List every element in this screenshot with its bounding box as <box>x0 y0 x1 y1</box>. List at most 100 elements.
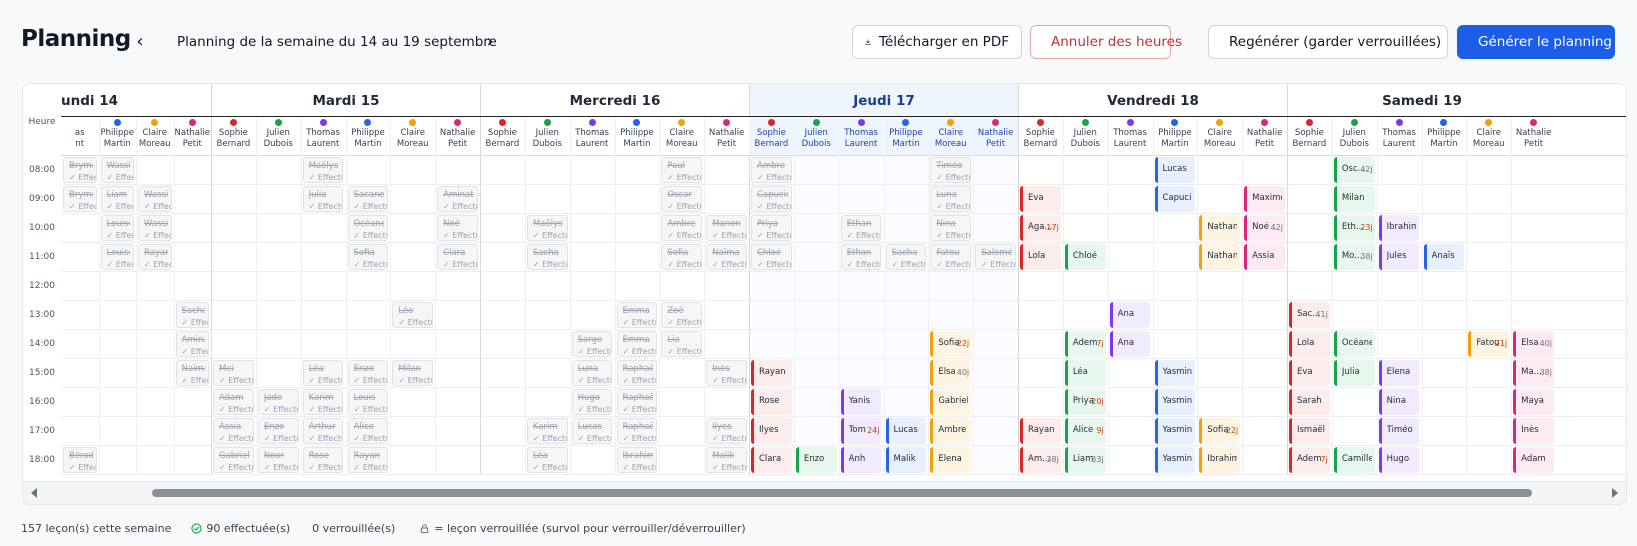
done-lesson[interactable]: Léa ✓ Effectu <box>526 447 568 473</box>
prev-week-button[interactable]: ‹ <box>129 30 151 52</box>
scheduled-lesson[interactable]: Nathan <box>1199 215 1241 241</box>
scheduled-lesson[interactable]: Inès <box>1513 418 1554 444</box>
done-lesson[interactable]: Capucine✓ Effectu <box>751 186 792 212</box>
done-lesson[interactable]: Maëlys ✓ Effectu <box>526 215 568 241</box>
done-lesson[interactable]: Manon ✓ Effectu <box>706 215 747 241</box>
scheduled-lesson[interactable]: Hugo <box>1378 447 1420 473</box>
scheduled-lesson[interactable]: Sac... 41j <box>1289 302 1330 328</box>
done-lesson[interactable]: Adam ✓ Effectu <box>213 389 254 415</box>
done-lesson[interactable]: Louise✓ Effectu <box>100 215 134 241</box>
done-lesson[interactable]: Ethan ✓ Effectu <box>840 244 882 270</box>
done-lesson[interactable]: Ethan ✓ Effectu <box>840 215 882 241</box>
scheduled-lesson[interactable]: Am... 38j <box>1020 447 1061 473</box>
done-lesson[interactable]: Raphaël✓ Effectu <box>616 418 658 444</box>
done-lesson[interactable]: Arthur ✓ Effectu <box>302 418 344 444</box>
done-lesson[interactable]: Bérod✓ Effectu <box>63 447 97 473</box>
scrollbar-thumb[interactable] <box>152 489 1532 497</box>
done-lesson[interactable]: Wassim✓ Effectu <box>138 186 172 212</box>
scheduled-lesson[interactable]: Alice 9j <box>1064 418 1106 444</box>
done-lesson[interactable]: Noé ✓ Effectu <box>437 215 478 241</box>
scheduled-lesson[interactable]: Yasmine <box>1154 360 1196 386</box>
done-lesson[interactable]: Louis ✓ Effectu <box>347 389 389 415</box>
scheduled-lesson[interactable]: Ana <box>1109 302 1151 328</box>
done-lesson[interactable]: Ibrahim ✓ Effectu <box>616 447 658 473</box>
next-week-button[interactable]: › <box>479 30 501 52</box>
done-lesson[interactable]: Karim ✓ Effectu <box>302 389 344 415</box>
scheduled-lesson[interactable]: Milan <box>1333 186 1375 212</box>
done-lesson[interactable]: Gabriel ✓ Effectu <box>213 447 254 473</box>
download-pdf-button[interactable]: Télécharger en PDF <box>852 25 1022 59</box>
scheduled-lesson[interactable]: Gabriel <box>930 389 972 415</box>
scheduled-lesson[interactable]: Anaïs <box>1423 244 1465 270</box>
scheduled-lesson[interactable]: Lucas <box>885 418 927 444</box>
done-lesson[interactable]: Noor ✓ Effectu <box>257 447 299 473</box>
scheduled-lesson[interactable]: Aga... 17j <box>1020 215 1061 241</box>
done-lesson[interactable]: Oscar ✓ Effectu <box>661 186 703 212</box>
scheduled-lesson[interactable]: Sofia 22j <box>930 331 972 357</box>
done-lesson[interactable]: Emma ✓ Effectu <box>616 331 658 357</box>
scheduled-lesson[interactable]: Mo... 38j <box>1333 244 1375 270</box>
done-lesson[interactable]: Salomé ✓ Effectu <box>975 244 1016 270</box>
done-lesson[interactable]: Maëlys ✓ Effectu <box>302 157 344 183</box>
horizontal-scrollbar[interactable] <box>23 481 1626 504</box>
scroll-right-arrow-icon[interactable] <box>1612 488 1618 498</box>
scheduled-lesson[interactable]: Adem 7j <box>1289 447 1330 473</box>
done-lesson[interactable]: Aminata✓ Effectu <box>175 331 209 357</box>
scheduled-lesson[interactable]: Nina <box>1378 389 1420 415</box>
scheduled-lesson[interactable]: Liam 33j <box>1064 447 1106 473</box>
scheduled-lesson[interactable]: Ibrahim <box>1378 215 1420 241</box>
scheduled-lesson[interactable]: Ibrahim <box>1199 447 1241 473</box>
done-lesson[interactable]: Milan ✓ Effectu <box>392 360 434 386</box>
scheduled-lesson[interactable]: Jules <box>1378 244 1420 270</box>
scheduled-lesson[interactable]: Elsa 40j <box>1513 331 1554 357</box>
done-lesson[interactable]: Aminata✓ Effectu <box>437 186 478 212</box>
done-lesson[interactable]: Sacha✓ Effectu <box>885 244 927 270</box>
done-lesson[interactable]: Ambre ✓ Effectu <box>661 215 703 241</box>
done-lesson[interactable]: Sarge ✓ Effectu <box>571 331 613 357</box>
done-lesson[interactable]: Malik ✓ Effectu <box>706 447 747 473</box>
done-lesson[interactable]: Rayan✓ Effectu <box>347 447 389 473</box>
done-lesson[interactable]: Sacha✓ Effectu <box>526 244 568 270</box>
scheduled-lesson[interactable]: Elsa 40j <box>930 360 972 386</box>
scheduled-lesson[interactable]: Rose <box>751 389 792 415</box>
scheduled-lesson[interactable]: Capucine <box>1154 186 1196 212</box>
done-lesson[interactable]: Paul ✓ Effectu <box>661 157 703 183</box>
done-lesson[interactable]: Karim ✓ Effectu <box>526 418 568 444</box>
done-lesson[interactable]: Nina ✓ Effectu <box>930 215 972 241</box>
done-lesson[interactable]: Rayan✓ Effectu <box>138 244 172 270</box>
done-lesson[interactable]: Chloé ✓ Effectu <box>751 244 792 270</box>
scheduled-lesson[interactable]: Adem 7j <box>1064 331 1106 357</box>
scheduled-lesson[interactable]: Eth... 23j <box>1333 215 1375 241</box>
done-lesson[interactable]: Raphaël✓ Effectu <box>616 389 658 415</box>
done-lesson[interactable]: Assia ✓ Effectu <box>213 418 254 444</box>
scheduled-lesson[interactable]: Eva <box>1289 360 1330 386</box>
scheduled-lesson[interactable]: Léa <box>1064 360 1106 386</box>
scheduled-lesson[interactable]: Yasmine <box>1154 447 1196 473</box>
done-lesson[interactable]: Inès ✓ Effectu <box>706 360 747 386</box>
scroll-left-arrow-icon[interactable] <box>31 488 37 498</box>
scheduled-lesson[interactable]: Adam <box>1513 447 1554 473</box>
scheduled-lesson[interactable]: Tom 24j <box>840 418 882 444</box>
scheduled-lesson[interactable]: Yanis <box>840 389 882 415</box>
done-lesson[interactable]: Ilyes ✓ Effectu <box>706 418 747 444</box>
done-lesson[interactable]: Bryme✓ Effectu <box>63 186 97 212</box>
done-lesson[interactable]: Océane ✓ Effectu <box>347 215 389 241</box>
done-lesson[interactable]: Sacha✓ Effectu <box>175 302 209 328</box>
scheduled-lesson[interactable]: Chloé <box>1064 244 1106 270</box>
scheduled-lesson[interactable]: Priya 20j <box>1064 389 1106 415</box>
scheduled-lesson[interactable]: Eva <box>1020 186 1061 212</box>
done-lesson[interactable]: Jade ✓ Effectu <box>257 389 299 415</box>
scheduled-lesson[interactable]: Timéo <box>1378 418 1420 444</box>
scheduled-lesson[interactable]: Malik <box>885 447 927 473</box>
scheduled-lesson[interactable]: Maxime <box>1244 186 1285 212</box>
scheduled-lesson[interactable]: Julia <box>1333 360 1375 386</box>
done-lesson[interactable]: Luna ✓ Effectu <box>571 360 613 386</box>
scheduled-lesson[interactable]: Ismaël <box>1289 418 1330 444</box>
done-lesson[interactable]: Wassim✓ Effectu <box>138 215 172 241</box>
scheduled-lesson[interactable]: Enzo <box>795 447 837 473</box>
scheduled-lesson[interactable]: Nathan <box>1199 244 1241 270</box>
done-lesson[interactable]: Lucas ✓ Effectu <box>571 418 613 444</box>
scheduled-lesson[interactable]: Elena <box>1378 360 1420 386</box>
cancel-hours-button[interactable]: Annuler des heures <box>1030 25 1182 59</box>
done-lesson[interactable]: Clara ✓ Effectu <box>437 244 478 270</box>
